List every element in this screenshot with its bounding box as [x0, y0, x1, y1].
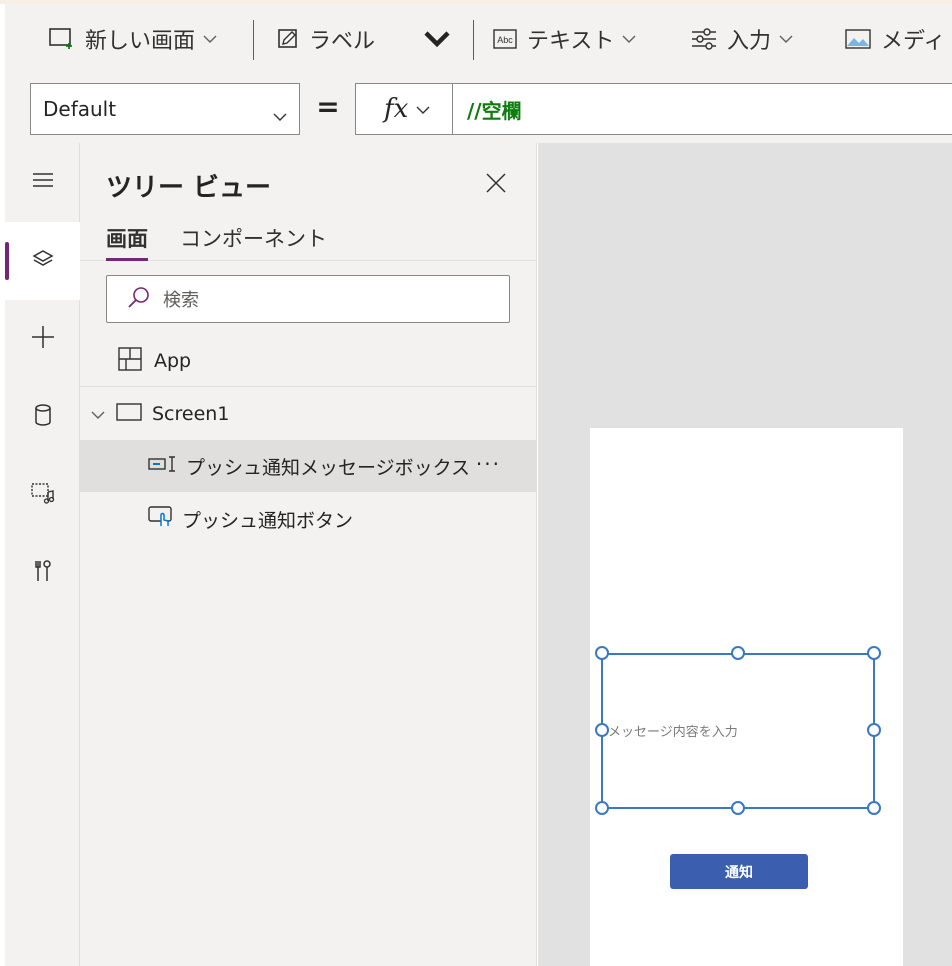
resize-handle[interactable]: [731, 646, 745, 660]
formula-text: //空欄: [467, 98, 522, 123]
tree-view-nav-button[interactable]: [5, 222, 80, 300]
tree-item-screen1[interactable]: Screen1: [80, 393, 537, 435]
left-nav-rail: [5, 143, 80, 966]
notify-button[interactable]: 通知: [670, 854, 808, 889]
app-grid-icon: [118, 346, 142, 376]
chevron-down-icon: [779, 34, 793, 44]
chevron-down-bold-icon: [423, 29, 451, 49]
close-icon: [485, 172, 507, 198]
chevron-down-icon: [273, 103, 287, 127]
tab-screens-label: 画面: [106, 227, 148, 251]
text-button[interactable]: Abc テキスト: [493, 4, 636, 73]
data-nav-button[interactable]: [5, 378, 80, 456]
tree-tabs: 画面 コンポーネント: [80, 223, 537, 261]
chevron-down-icon: [416, 100, 430, 119]
resize-handle[interactable]: [867, 723, 881, 737]
tree-item-push-button[interactable]: プッシュ通知ボタン: [80, 495, 537, 543]
layers-icon: [31, 248, 54, 274]
media-nav-button[interactable]: [5, 456, 80, 534]
design-canvas[interactable]: メッセージ内容を入力 通知: [538, 143, 952, 966]
text-input-icon: [148, 455, 178, 478]
tree-divider: [80, 386, 537, 387]
panel-title: ツリー ビュー: [106, 173, 272, 203]
input-button-label: 入力: [727, 28, 772, 54]
tree-item-label: App: [154, 350, 192, 372]
sliders-icon: [691, 27, 717, 51]
insert-nav-button[interactable]: [5, 300, 80, 378]
hamburger-menu-button[interactable]: [5, 143, 80, 221]
chevron-down-icon: [203, 34, 217, 44]
tab-components-label: コンポーネント: [180, 227, 327, 251]
image-icon: [845, 28, 871, 49]
resize-handle[interactable]: [867, 801, 881, 815]
input-button[interactable]: 入力: [691, 4, 793, 73]
tree-item-label: Screen1: [152, 403, 230, 425]
tree-item-label: プッシュ通知ボタン: [182, 509, 354, 532]
active-indicator: [5, 242, 9, 280]
resize-handle[interactable]: [731, 801, 745, 815]
property-dropdown[interactable]: Default: [30, 83, 300, 135]
tab-screens[interactable]: 画面: [106, 223, 148, 261]
app-screen-preview[interactable]: メッセージ内容を入力 通知: [590, 428, 903, 966]
new-screen-icon: [49, 27, 75, 50]
plus-icon: [31, 325, 55, 353]
fx-icon: fx: [384, 94, 409, 124]
search-placeholder: 検索: [163, 290, 199, 311]
function-button[interactable]: fx: [355, 83, 453, 135]
search-input[interactable]: 検索: [106, 275, 510, 323]
svg-text:Abc: Abc: [497, 35, 513, 45]
toolbar-divider: [473, 20, 474, 60]
tree-item-push-message-box[interactable]: プッシュ通知メッセージボックス ···: [80, 440, 537, 492]
screen-icon: [116, 402, 142, 427]
search-icon: [127, 285, 151, 314]
active-tab-underline: [106, 258, 148, 261]
new-screen-label: 新しい画面: [85, 28, 196, 54]
resize-handle[interactable]: [867, 646, 881, 660]
new-screen-button[interactable]: 新しい画面: [49, 4, 217, 73]
resize-handle[interactable]: [595, 646, 609, 660]
more-controls-dropdown[interactable]: [423, 4, 451, 73]
media-library-icon: [30, 482, 55, 508]
resize-handle[interactable]: [595, 723, 609, 737]
hamburger-icon: [32, 172, 54, 192]
media-button-label: メディ: [881, 28, 946, 54]
label-button-label: ラベル: [309, 28, 376, 54]
button-control-icon: [148, 505, 174, 534]
toolbar-divider: [253, 20, 254, 60]
more-options-icon[interactable]: ···: [476, 452, 501, 476]
ribbon-toolbar: 新しい画面 ラベル Abc テキスト 入力 メディ: [5, 4, 952, 73]
property-dropdown-value: Default: [43, 97, 117, 121]
chevron-down-icon[interactable]: [90, 403, 106, 425]
tree-item-label: プッシュ通知メッセージボックス: [186, 456, 471, 479]
notify-button-label: 通知: [725, 864, 753, 881]
resize-handle[interactable]: [595, 801, 609, 815]
formula-input[interactable]: //空欄: [452, 83, 952, 135]
formula-bar: Default = fx //空欄: [5, 73, 952, 143]
equals-sign: =: [316, 89, 340, 123]
database-icon: [34, 404, 52, 430]
edit-pencil-icon: [277, 28, 299, 50]
tree-item-app[interactable]: App: [80, 341, 537, 381]
label-button[interactable]: ラベル: [277, 4, 375, 73]
close-panel-button[interactable]: [482, 171, 510, 199]
tab-components[interactable]: コンポーネント: [180, 223, 327, 261]
text-button-label: テキスト: [527, 28, 615, 54]
media-button[interactable]: メディ: [845, 4, 945, 73]
text-abc-icon: Abc: [493, 28, 517, 49]
chevron-down-icon: [622, 34, 636, 44]
tools-icon: [33, 559, 53, 587]
text-input-placeholder: メッセージ内容を入力: [608, 725, 738, 740]
tree-view-panel: ツリー ビュー 画面 コンポーネント 検索 App Screen1 プッシュ通知…: [80, 143, 537, 966]
tools-nav-button[interactable]: [5, 534, 80, 612]
